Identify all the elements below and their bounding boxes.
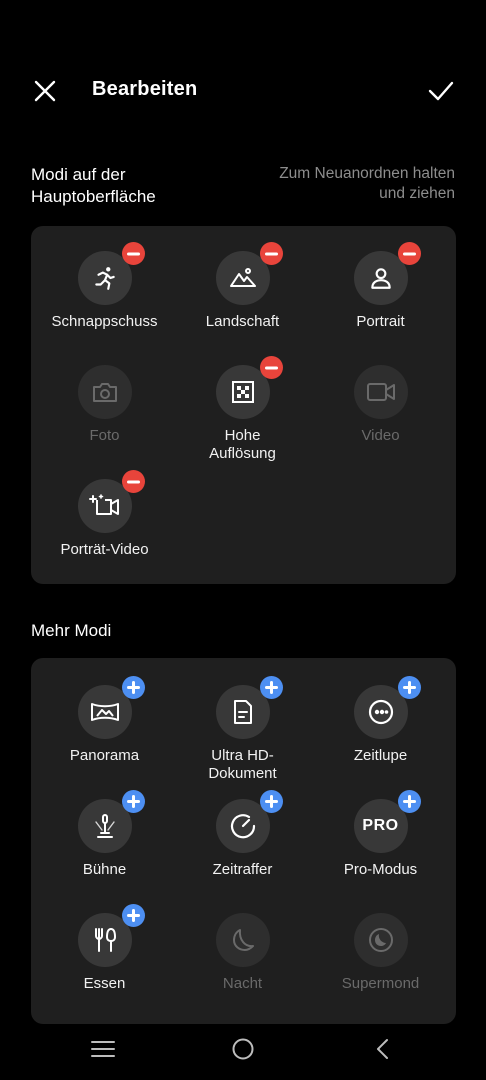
add-mode-button[interactable] (121, 790, 145, 813)
supermoon-icon (368, 928, 393, 952)
portrait-video-icon (88, 494, 119, 515)
mode-label: Zeitraffer (212, 861, 273, 878)
running-person-icon (94, 267, 115, 290)
mode-tile-ultra-hd-dokument[interactable]: Ultra HD-Dokument (172, 676, 313, 783)
reorder-hint: Zum Neuanordnen halten und ziehen (279, 165, 455, 202)
mode-label: Video (361, 427, 400, 444)
remove-mode-button[interactable] (121, 242, 145, 265)
video-camera-icon (366, 383, 395, 401)
mode-icon-circle (353, 242, 421, 305)
mode-label: Pro-Modus (343, 861, 418, 878)
remove-mode-button[interactable] (121, 470, 145, 493)
mode-icon-circle (215, 242, 283, 305)
mode-tile-portrait[interactable]: Portrait (310, 242, 451, 331)
landscape-icon (229, 268, 256, 287)
mode-label: Nacht (222, 975, 263, 992)
mode-tile-supermond[interactable]: Supermond (310, 913, 451, 993)
confirm-check-icon[interactable] (424, 74, 458, 108)
food-icon (94, 927, 116, 952)
close-icon[interactable] (28, 74, 62, 108)
page-title: Bearbeiten (92, 78, 198, 100)
mode-tile-essen[interactable]: Essen (34, 904, 175, 993)
mode-tile-nacht[interactable]: Nacht (172, 913, 313, 993)
mode-label: Foto (89, 427, 120, 444)
mode-label: Portrait (356, 313, 405, 330)
mode-tile-hohe-aufloesung[interactable]: Hohe Auflösung (172, 356, 313, 463)
add-mode-button[interactable] (397, 676, 421, 699)
document-icon (233, 700, 252, 724)
mode-tile-video[interactable]: Video (310, 365, 451, 445)
slow-motion-icon (368, 699, 393, 725)
panorama-icon (90, 703, 119, 721)
more-modes-label: Mehr Modi (31, 621, 112, 640)
main-modes-label: Modi auf der Hauptoberfläche (31, 165, 156, 206)
pro-icon: PRO (362, 817, 399, 834)
moon-icon (232, 929, 254, 951)
high-resolution-icon (231, 381, 254, 403)
mode-icon-circle (215, 790, 283, 853)
mode-icon-circle (215, 676, 283, 739)
mode-label: Porträt-Video (60, 541, 149, 558)
mode-icon-circle: PRO (353, 790, 421, 853)
mode-icon-circle (77, 904, 145, 967)
add-mode-button[interactable] (121, 676, 145, 699)
person-icon (370, 268, 391, 289)
top-bar: Bearbeiten (0, 60, 486, 120)
mode-label: Supermond (341, 975, 420, 992)
remove-mode-button[interactable] (397, 242, 421, 265)
mode-tile-zeitlupe[interactable]: Zeitlupe (310, 676, 451, 765)
mode-icon-circle (353, 676, 421, 739)
mode-icon-circle (353, 365, 408, 419)
menu-icon[interactable] (88, 1034, 118, 1064)
add-mode-button[interactable] (259, 790, 283, 813)
stage-icon (94, 814, 115, 838)
mode-icon-circle (215, 356, 283, 419)
mode-tile-panorama[interactable]: Panorama (34, 676, 175, 765)
add-mode-button[interactable] (259, 676, 283, 699)
mode-tile-landschaft[interactable]: Landschaft (172, 242, 313, 331)
back-icon[interactable] (368, 1034, 398, 1064)
add-mode-button[interactable] (121, 904, 145, 927)
mode-icon-circle (77, 470, 145, 533)
main-modes-panel: Schnappschuss Landschaft Portrait Foto H… (31, 226, 456, 584)
mode-tile-portraet-video[interactable]: Porträt-Video (34, 470, 175, 559)
remove-mode-button[interactable] (259, 242, 283, 265)
mode-label: Hohe Auflösung (209, 427, 276, 462)
mode-icon-circle (77, 790, 145, 853)
mode-label: Schnappschuss (51, 313, 158, 330)
mode-label: Zeitlupe (353, 747, 408, 764)
home-icon[interactable] (228, 1034, 258, 1064)
mode-label: Landschaft (205, 313, 280, 330)
mode-tile-foto[interactable]: Foto (34, 365, 175, 445)
timelapse-icon (230, 814, 255, 839)
mode-icon-circle (77, 365, 132, 419)
mode-tile-buehne[interactable]: Bühne (34, 790, 175, 879)
mode-label: Bühne (82, 861, 127, 878)
system-nav-bar (0, 1020, 486, 1080)
mode-tile-pro-modus[interactable]: PRO Pro-Modus (310, 790, 451, 879)
mode-icon-circle (77, 242, 145, 305)
add-mode-button[interactable] (397, 790, 421, 813)
remove-mode-button[interactable] (259, 356, 283, 379)
mode-tile-zeitraffer[interactable]: Zeitraffer (172, 790, 313, 879)
camera-icon (92, 383, 117, 402)
mode-label: Essen (83, 975, 126, 992)
mode-icon-circle (77, 676, 145, 739)
more-modes-panel: Panorama Ultra HD-Dokument Zeitlupe Bühn… (31, 658, 456, 1024)
mode-label: Ultra HD-Dokument (208, 747, 277, 782)
mode-tile-schnappschuss[interactable]: Schnappschuss (34, 242, 175, 331)
mode-label: Panorama (69, 747, 140, 764)
mode-icon-circle (215, 913, 270, 967)
mode-icon-circle (353, 913, 408, 967)
